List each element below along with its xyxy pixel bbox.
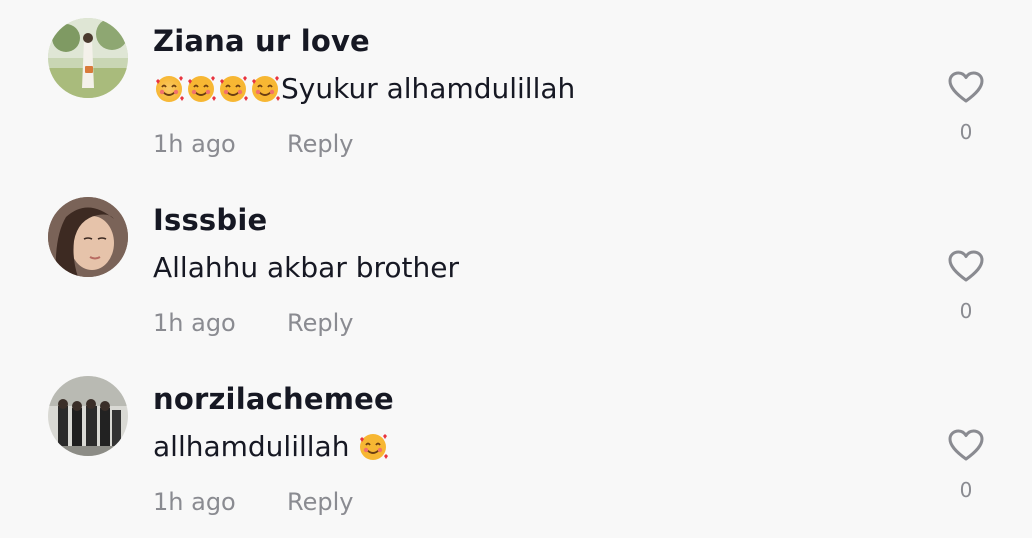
smiling-face-with-hearts-icon bbox=[217, 73, 249, 105]
comment-timestamp: 1h ago bbox=[153, 309, 236, 337]
comment-item: Ziana ur love Syukur alhamdulillah 1h ag… bbox=[0, 0, 1032, 180]
smiling-face-with-hearts-icon bbox=[249, 73, 281, 105]
smiling-face-with-hearts-icon bbox=[185, 73, 217, 105]
comment-username[interactable]: Isssbie bbox=[153, 203, 267, 237]
comment-item: Isssbie Allahhu akbar brother 1h ago Rep… bbox=[0, 179, 1032, 359]
avatar[interactable] bbox=[48, 197, 128, 277]
heart-outline-icon bbox=[948, 429, 984, 461]
comment-timestamp: 1h ago bbox=[153, 488, 236, 516]
like-button[interactable] bbox=[946, 247, 986, 287]
comment-text-row: Allahhu akbar brother bbox=[153, 251, 459, 284]
like-count: 0 bbox=[959, 478, 973, 502]
comment-text: allhamdulillah bbox=[153, 430, 350, 463]
like-button[interactable] bbox=[946, 426, 986, 466]
comment-text-row: allhamdulillah bbox=[153, 430, 389, 463]
comment-text: Allahhu akbar brother bbox=[153, 251, 459, 284]
comment-username[interactable]: norzilachemee bbox=[153, 382, 394, 416]
reply-button[interactable]: Reply bbox=[287, 130, 353, 158]
reply-button[interactable]: Reply bbox=[287, 488, 353, 516]
comment-timestamp: 1h ago bbox=[153, 130, 236, 158]
like-count: 0 bbox=[959, 299, 973, 323]
smiling-face-with-hearts-icon bbox=[357, 431, 389, 463]
comment-item: norzilachemee allhamdulillah 1h ago Repl… bbox=[0, 358, 1032, 538]
heart-outline-icon bbox=[948, 250, 984, 282]
like-count: 0 bbox=[959, 120, 973, 144]
comment-text-row: Syukur alhamdulillah bbox=[153, 72, 575, 105]
like-button[interactable] bbox=[946, 68, 986, 108]
smiling-face-with-hearts-icon bbox=[153, 73, 185, 105]
avatar[interactable] bbox=[48, 376, 128, 456]
avatar[interactable] bbox=[48, 18, 128, 98]
reply-button[interactable]: Reply bbox=[287, 309, 353, 337]
heart-outline-icon bbox=[948, 71, 984, 103]
comment-username[interactable]: Ziana ur love bbox=[153, 24, 370, 58]
comment-text: Syukur alhamdulillah bbox=[281, 72, 576, 105]
